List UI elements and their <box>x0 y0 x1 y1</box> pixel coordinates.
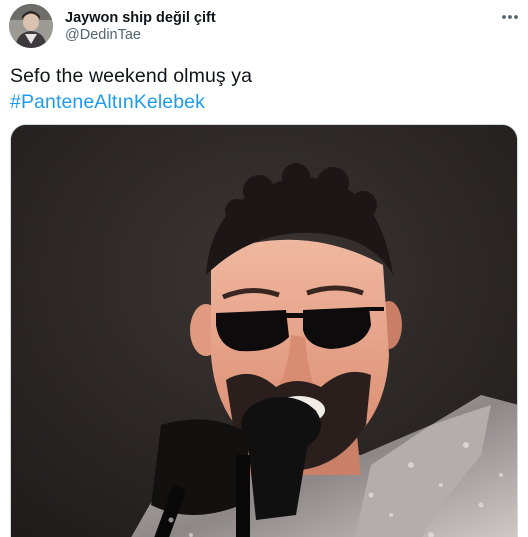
author-avatar[interactable] <box>9 4 53 48</box>
tweet-card: Jaywon ship değil çift @DedinTae Sefo th… <box>0 0 528 537</box>
more-options-button[interactable] <box>497 6 523 28</box>
tweet-body: Sefo the weekend olmuş ya #PanteneAltınK… <box>10 63 515 115</box>
more-horizontal-icon <box>502 15 518 19</box>
hashtag-link[interactable]: #PanteneAltınKelebek <box>10 89 205 115</box>
author-display-name[interactable]: Jaywon ship değil çift <box>65 10 216 27</box>
author-handle[interactable]: @DedinTae <box>65 27 141 44</box>
photo-image <box>11 125 517 537</box>
tweet-photo[interactable] <box>10 124 518 537</box>
tweet-text: Sefo the weekend olmuş ya <box>10 65 253 87</box>
